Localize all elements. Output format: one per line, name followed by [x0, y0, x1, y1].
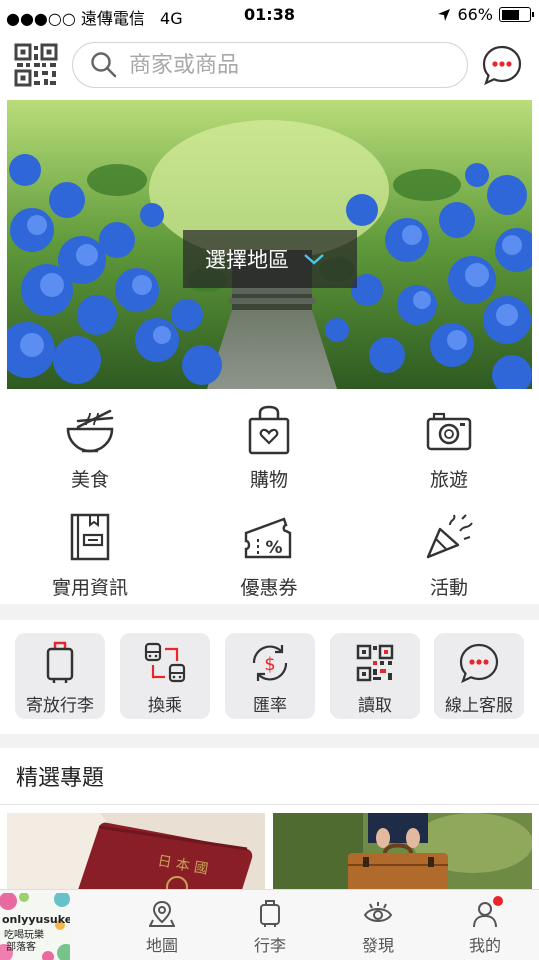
qr-code-icon: [356, 644, 394, 682]
tool-label: 換乘: [148, 696, 182, 716]
tab-luggage[interactable]: 行李: [216, 890, 324, 960]
tool-transfer[interactable]: 換乘: [120, 633, 210, 719]
region-label: 選擇地區: [205, 248, 289, 272]
battery-percent: 66%: [457, 5, 493, 24]
search-input[interactable]: [129, 52, 449, 78]
exchange-rate-icon: $: [252, 645, 288, 681]
noodle-bowl-icon: [66, 409, 114, 453]
tool-scan[interactable]: 讀取: [330, 633, 420, 719]
eye-icon: [363, 902, 393, 922]
notification-dot: [493, 896, 503, 906]
category-shopping[interactable]: 購物: [204, 405, 334, 492]
chevron-down-icon: [304, 254, 324, 265]
camera-icon: [426, 412, 472, 451]
tool-label: 線上客服: [445, 696, 513, 716]
category-info[interactable]: 實用資訊: [25, 513, 155, 600]
svg-text:%: %: [265, 538, 282, 558]
featured-card-suitcase[interactable]: [273, 813, 532, 893]
hero-banner[interactable]: 選擇地區: [7, 100, 532, 389]
section-divider: [0, 734, 539, 748]
category-events[interactable]: 活動: [384, 513, 514, 600]
tool-label: 寄放行李: [26, 696, 94, 716]
tab-label: 我的: [468, 936, 501, 955]
book-icon: [70, 513, 110, 561]
tab-label: 地圖: [145, 936, 178, 955]
section-divider: [0, 804, 539, 805]
tool-luggage-storage[interactable]: 寄放行李: [15, 633, 105, 719]
transfer-icon: [144, 642, 186, 683]
category-label: 旅遊: [429, 469, 468, 491]
luggage-icon: [46, 641, 74, 683]
header: [0, 32, 539, 98]
status-right: 66%: [437, 5, 534, 24]
coupon-icon: %: [244, 517, 292, 559]
tool-customer-service[interactable]: 線上客服: [434, 633, 524, 719]
suitcase-photo: [273, 813, 532, 893]
luggage-icon: [260, 900, 280, 927]
category-label: 實用資訊: [51, 577, 128, 599]
svg-text:$: $: [264, 654, 275, 675]
search-bar[interactable]: [72, 42, 468, 88]
map-pin-icon: [149, 900, 175, 927]
status-bar: ●●●○○ 遠傳電信 4G 01:38 66%: [0, 0, 539, 30]
battery-icon: [499, 7, 534, 22]
featured-card-passport[interactable]: 日 本 國: [7, 813, 265, 893]
region-selector[interactable]: 選擇地區: [183, 230, 357, 288]
promo-badge[interactable]: onlyyusuke 吃喝玩樂 部落客: [0, 893, 70, 960]
chat-icon: [459, 643, 499, 684]
promo-line-3: 部落客: [6, 942, 36, 953]
chat-button[interactable]: [481, 44, 523, 86]
qr-scan-button[interactable]: [14, 43, 58, 87]
tab-map[interactable]: 地圖: [108, 890, 216, 960]
category-label: 美食: [70, 469, 109, 491]
category-label: 優惠券: [240, 577, 298, 599]
promo-line-1: onlyyusuke: [2, 913, 70, 926]
tool-exchange-rate[interactable]: $ 匯率: [225, 633, 315, 719]
tool-label: 讀取: [358, 696, 392, 716]
passport-photo: 日 本 國: [7, 813, 265, 893]
category-food[interactable]: 美食: [25, 405, 155, 492]
search-icon: [91, 52, 117, 78]
tab-bar: 地圖 行李 發現 我的: [0, 889, 539, 960]
tab-discover[interactable]: 發現: [324, 890, 432, 960]
tool-label: 匯率: [253, 696, 287, 716]
category-label: 購物: [249, 469, 288, 491]
category-coupon[interactable]: % 優惠券: [204, 513, 334, 600]
shopping-bag-icon: [248, 405, 290, 455]
category-label: 活動: [429, 577, 468, 599]
tab-label: 發現: [361, 936, 394, 955]
featured-title: 精選專題: [16, 766, 105, 791]
category-travel[interactable]: 旅遊: [384, 405, 514, 492]
section-divider: [0, 604, 539, 620]
party-popper-icon: [426, 514, 473, 559]
location-arrow-icon: [438, 8, 451, 21]
tab-label: 行李: [253, 936, 286, 955]
tab-profile[interactable]: 我的: [431, 890, 539, 960]
